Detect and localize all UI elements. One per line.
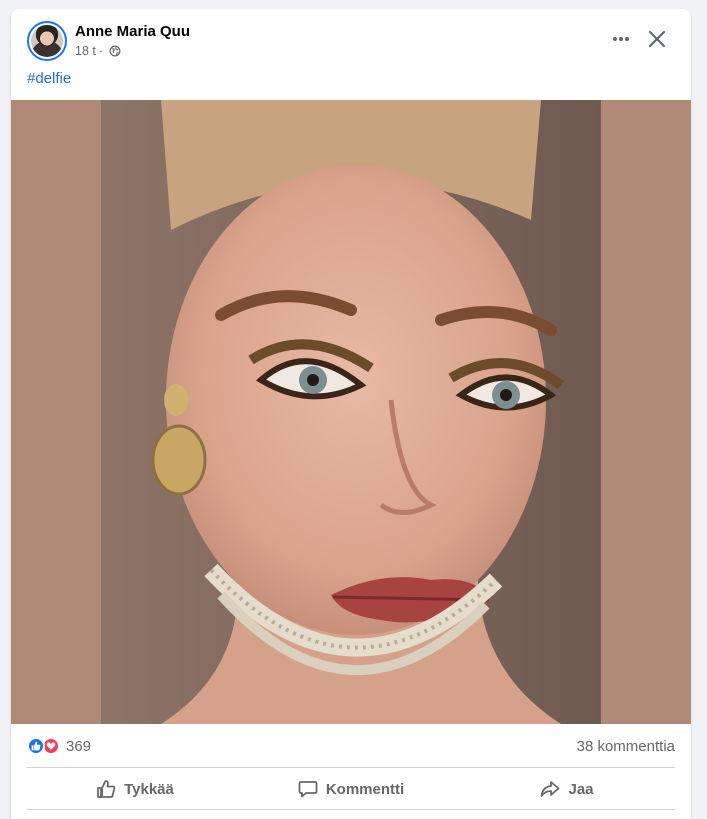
thumbs-up-icon: [97, 780, 116, 798]
author-avatar[interactable]: [27, 21, 67, 61]
comment-button[interactable]: Kommentti: [243, 769, 459, 809]
post-actions: Tykkää Kommentti Jaa: [27, 769, 675, 809]
post-photo-area: [11, 100, 691, 724]
comment-button-label: Kommentti: [325, 780, 405, 798]
meta-separator: ·: [98, 44, 104, 58]
post-meta: 18 t ·: [75, 44, 121, 58]
like-reaction-icon: [27, 737, 45, 755]
share-button[interactable]: Jaa: [459, 769, 675, 809]
comment-bubble-icon: [298, 781, 318, 798]
globe-icon: [109, 45, 121, 57]
post-card: Anne Maria Quu 18 t · #delfie 369 38 kom…: [11, 9, 691, 819]
avatar-image: [31, 25, 63, 57]
reaction-count: 369: [66, 737, 92, 755]
post-stats: 369 38 kommenttia: [11, 724, 691, 768]
comments-count[interactable]: 38 kommenttia: [577, 738, 675, 755]
selfie-illustration: [101, 100, 601, 724]
close-icon: [648, 30, 666, 48]
actions-bottom-divider: [27, 809, 675, 810]
more-options-button[interactable]: [607, 25, 635, 53]
share-button-label: Jaa: [568, 780, 594, 798]
author-name[interactable]: Anne Maria Quu: [75, 23, 190, 40]
more-dots-icon: [613, 37, 629, 41]
reactions-summary[interactable]: 369: [27, 737, 91, 755]
post-photo[interactable]: [101, 100, 601, 724]
like-button[interactable]: Tykkää: [27, 769, 243, 809]
hashtag-link[interactable]: #delfie: [27, 70, 71, 87]
post-header: Anne Maria Quu 18 t · #delfie: [11, 9, 691, 99]
actions-top-divider: [27, 767, 675, 768]
close-button[interactable]: [643, 25, 671, 53]
post-time[interactable]: 18 t: [75, 44, 96, 58]
like-button-label: Tykkää: [124, 780, 174, 798]
share-arrow-icon: [541, 781, 560, 797]
